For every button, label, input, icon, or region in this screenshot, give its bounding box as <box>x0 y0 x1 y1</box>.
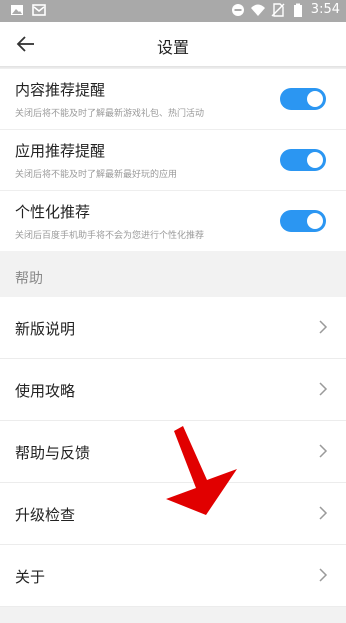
toggle-label: 应用推荐提醒 <box>15 142 106 160</box>
status-bar: 3:54 <box>0 0 346 22</box>
mail-icon <box>32 4 46 16</box>
chevron-right-icon <box>319 506 328 520</box>
nav-item-user-guide[interactable]: 使用攻略 <box>0 359 346 421</box>
app-bar: 设置 <box>0 22 346 66</box>
wifi-icon <box>250 4 265 16</box>
chevron-right-icon <box>319 568 328 582</box>
annotation-arrow-icon <box>166 426 237 515</box>
toggle-switch[interactable] <box>280 149 326 171</box>
no-sim-icon <box>271 2 285 17</box>
nav-item-label: 关于 <box>15 568 46 586</box>
nav-item-label: 升级检查 <box>15 506 76 524</box>
nav-item-label: 使用攻略 <box>15 382 76 400</box>
minus-circle-icon <box>231 3 244 16</box>
toggle-row-personalized: 个性化推荐 关闭后百度手机助手将不会为您进行个性化推荐 <box>0 191 346 251</box>
toggle-description: 关闭后将不能及时了解最新最好玩的应用 <box>15 170 178 180</box>
section-title-help: 帮助 <box>15 271 43 287</box>
status-time: 3:54 <box>310 2 340 17</box>
page-title: 设置 <box>156 38 189 57</box>
toggle-description: 关闭后将不能及时了解最新游戏礼包、热门活动 <box>15 109 205 119</box>
toggle-knob <box>307 91 323 107</box>
toggle-row-content-recommend: 内容推荐提醒 关闭后将不能及时了解最新游戏礼包、热门活动 <box>0 69 346 130</box>
toggle-description: 关闭后百度手机助手将不会为您进行个性化推荐 <box>15 231 205 241</box>
chevron-right-icon <box>319 382 328 396</box>
toggle-row-app-recommend: 应用推荐提醒 关闭后将不能及时了解最新最好玩的应用 <box>0 130 346 191</box>
toggle-label: 内容推荐提醒 <box>15 81 106 99</box>
toggle-switch[interactable] <box>280 88 326 110</box>
toggle-label: 个性化推荐 <box>15 203 91 221</box>
chevron-right-icon <box>319 444 328 458</box>
image-icon <box>11 5 23 15</box>
toggle-switch[interactable] <box>280 210 326 232</box>
chevron-right-icon <box>319 320 328 334</box>
toggle-knob <box>307 213 323 229</box>
battery-icon <box>293 3 302 17</box>
nav-item-release-notes[interactable]: 新版说明 <box>0 297 346 359</box>
nav-item-about[interactable]: 关于 <box>0 545 346 607</box>
notification-toggle-list: 内容推荐提醒 关闭后将不能及时了解最新游戏礼包、热门活动 应用推荐提醒 关闭后将… <box>0 69 346 251</box>
nav-item-label: 帮助与反馈 <box>15 444 91 462</box>
toggle-knob <box>307 152 323 168</box>
nav-item-label: 新版说明 <box>15 320 76 338</box>
